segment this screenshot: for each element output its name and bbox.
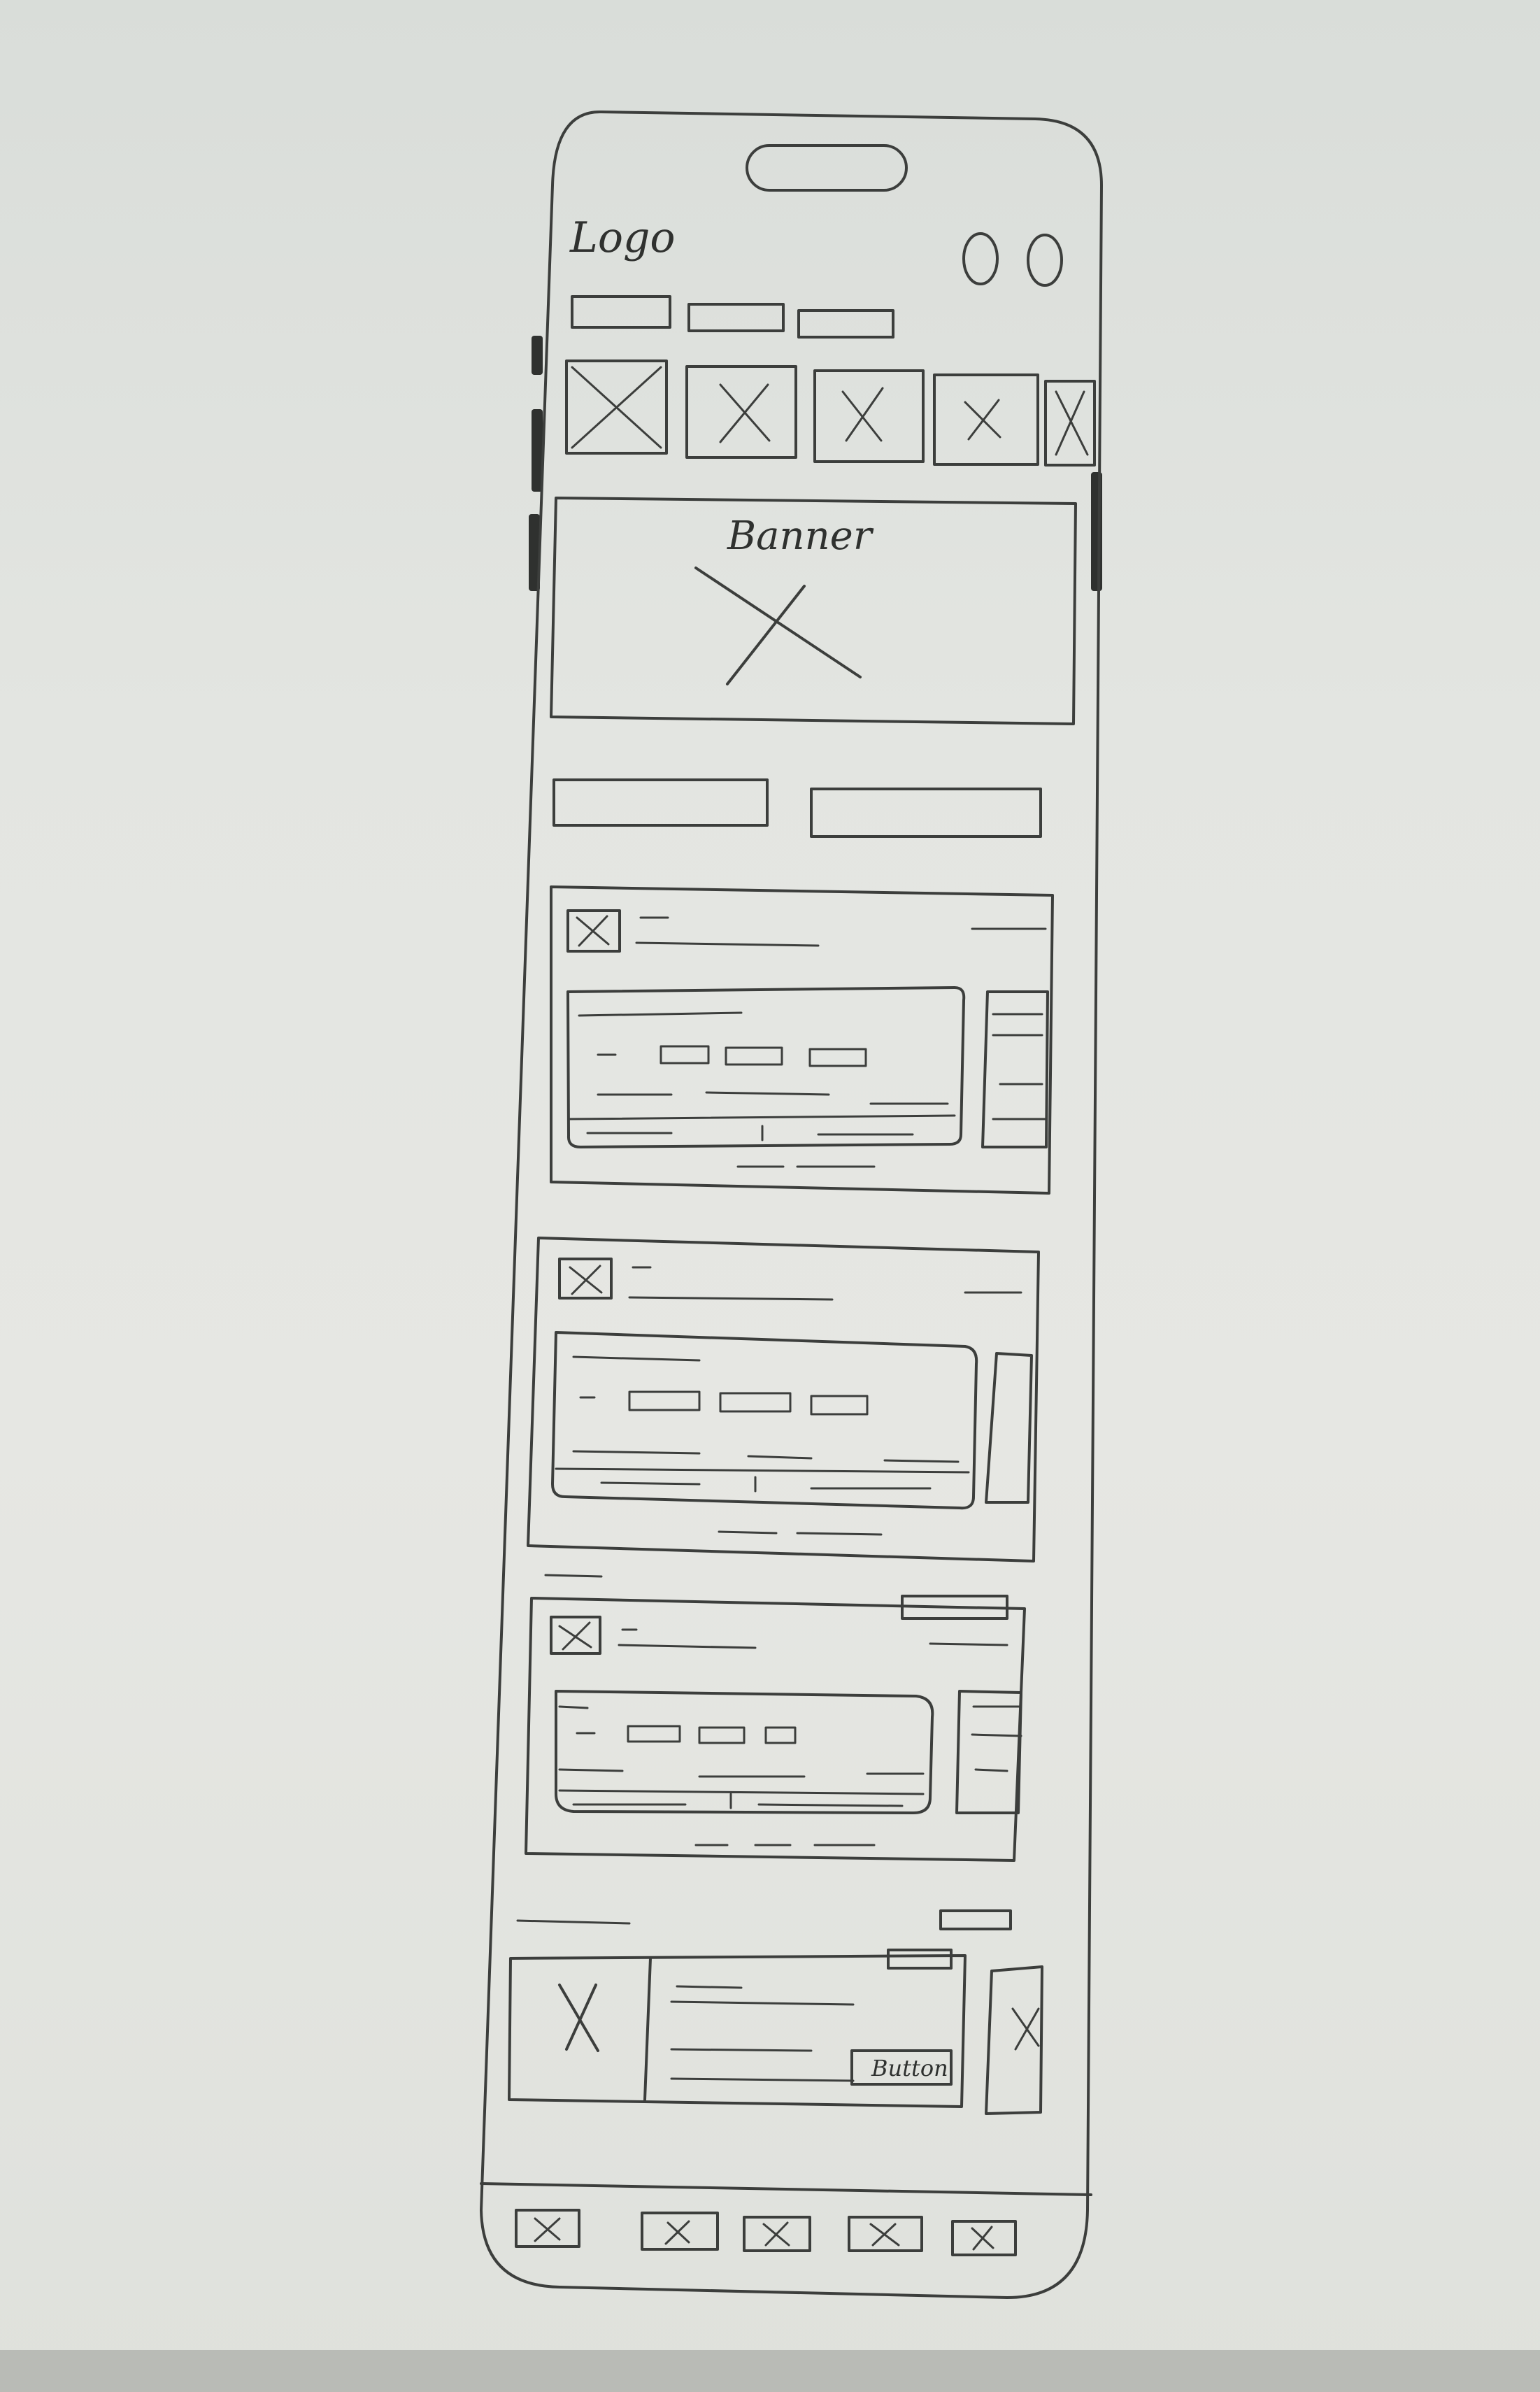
promo-button-label: Button	[871, 2055, 948, 2081]
card-inner-panel	[566, 986, 966, 1148]
card[interactable]	[550, 885, 1054, 1195]
category-tile[interactable]	[933, 373, 1039, 466]
card-side-peek	[985, 1352, 1033, 1504]
banner-label: Banner	[727, 513, 874, 559]
phone-notch	[746, 144, 908, 192]
category-carousel	[565, 359, 1096, 467]
top-tabs	[571, 295, 894, 339]
app-header: Logo	[569, 213, 1063, 287]
category-tile-partial[interactable]	[1044, 380, 1096, 467]
filter-row	[552, 778, 1042, 838]
category-tile[interactable]	[565, 359, 668, 455]
card-side-peek	[955, 1690, 1022, 1814]
card[interactable]	[525, 1595, 1026, 1862]
circle-icon[interactable]	[962, 232, 999, 285]
logo[interactable]: Logo	[569, 213, 676, 262]
nav-item[interactable]	[848, 2216, 923, 2252]
filter-button-2[interactable]	[810, 788, 1042, 838]
nav-item[interactable]	[515, 2209, 580, 2248]
tab-1[interactable]	[571, 295, 671, 329]
promo-card[interactable]: Button	[508, 1949, 1043, 2115]
section-heading-line	[516, 1919, 631, 1925]
card[interactable]	[527, 1237, 1040, 1562]
promo-image	[558, 1984, 599, 2052]
tab-2[interactable]	[687, 303, 785, 332]
see-all-link[interactable]	[939, 1909, 1012, 1930]
promo-badge	[887, 1949, 953, 1970]
category-tile[interactable]	[813, 369, 925, 463]
nav-item[interactable]	[743, 2216, 811, 2252]
circle-icon[interactable]	[1027, 234, 1063, 287]
category-tile[interactable]	[685, 365, 797, 459]
nav-item[interactable]	[641, 2212, 719, 2251]
filter-button-1[interactable]	[552, 778, 769, 827]
bottom-nav	[480, 2182, 1092, 2256]
tab-3[interactable]	[797, 309, 894, 339]
nav-item[interactable]	[951, 2220, 1017, 2256]
banner[interactable]: Banner	[550, 497, 1077, 725]
section-heading-line	[544, 1574, 603, 1578]
wireframe-sketch: Logo Banner Button	[480, 110, 1103, 2299]
card-inner-panel	[555, 1690, 934, 1814]
